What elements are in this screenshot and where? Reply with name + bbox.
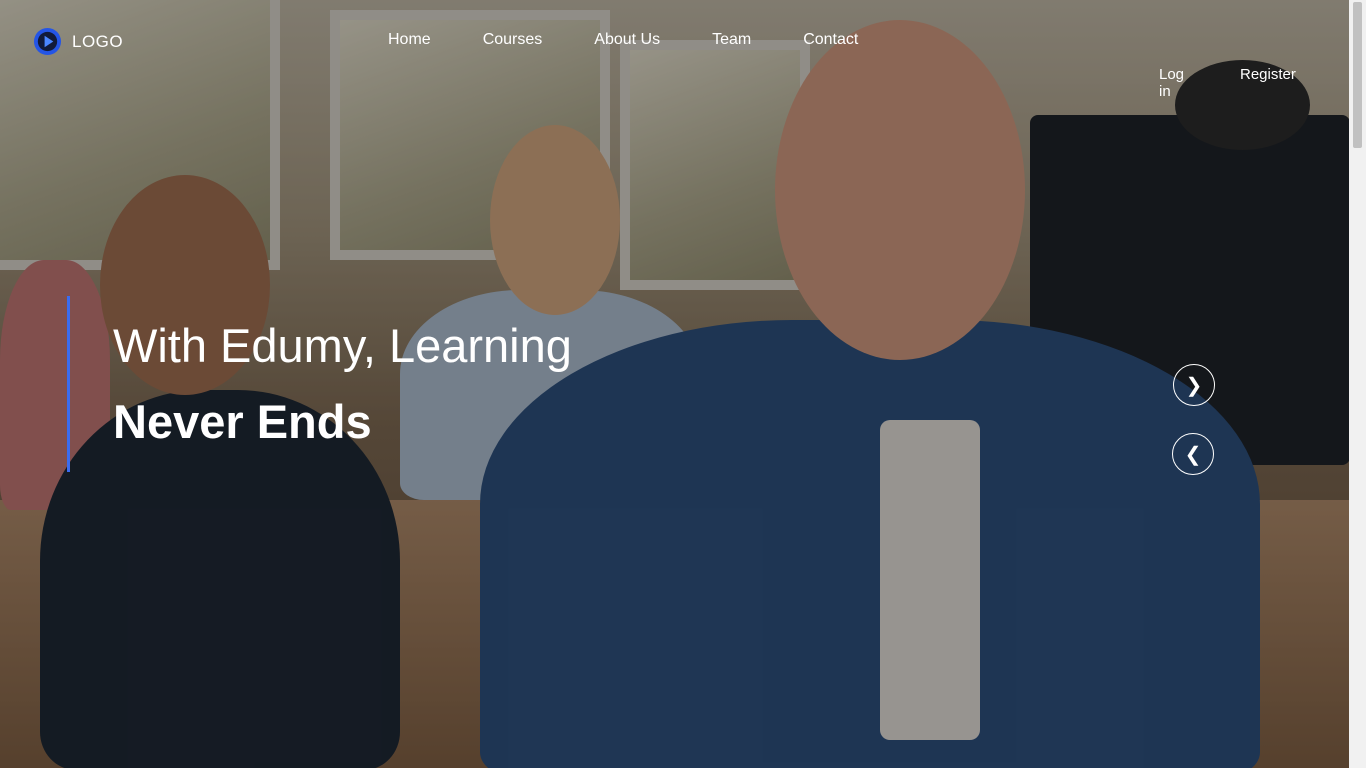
login-link[interactable]: Log in [1159,66,1184,100]
site-header: LOGO Home Courses About Us Team Contact … [0,0,1349,100]
dark-overlay [0,0,1349,768]
hero-headline-line1: With Edumy, Learning [113,319,572,372]
slider-next-button[interactable]: ❯ [1173,364,1215,406]
nav-about-us[interactable]: About Us [594,31,660,49]
register-link[interactable]: Register [1240,66,1296,83]
hero-headline-line2: Never Ends [113,395,372,448]
main-nav: Home Courses About Us Team Contact [388,31,858,49]
logo[interactable]: LOGO [33,27,123,56]
nav-home[interactable]: Home [388,31,431,49]
chevron-left-icon: ❮ [1184,443,1202,466]
page-scrollbar[interactable] [1349,0,1366,768]
chevron-right-icon: ❯ [1185,374,1203,397]
slider-prev-button[interactable]: ❮ [1172,433,1214,475]
nav-courses[interactable]: Courses [483,31,543,49]
scrollbar-thumb[interactable] [1353,2,1362,148]
nav-team[interactable]: Team [712,31,751,49]
play-circle-icon [33,27,62,56]
headline-accent-bar [67,296,70,472]
logo-text: LOGO [72,31,124,51]
hero-background [0,0,1349,768]
nav-contact[interactable]: Contact [803,31,858,49]
